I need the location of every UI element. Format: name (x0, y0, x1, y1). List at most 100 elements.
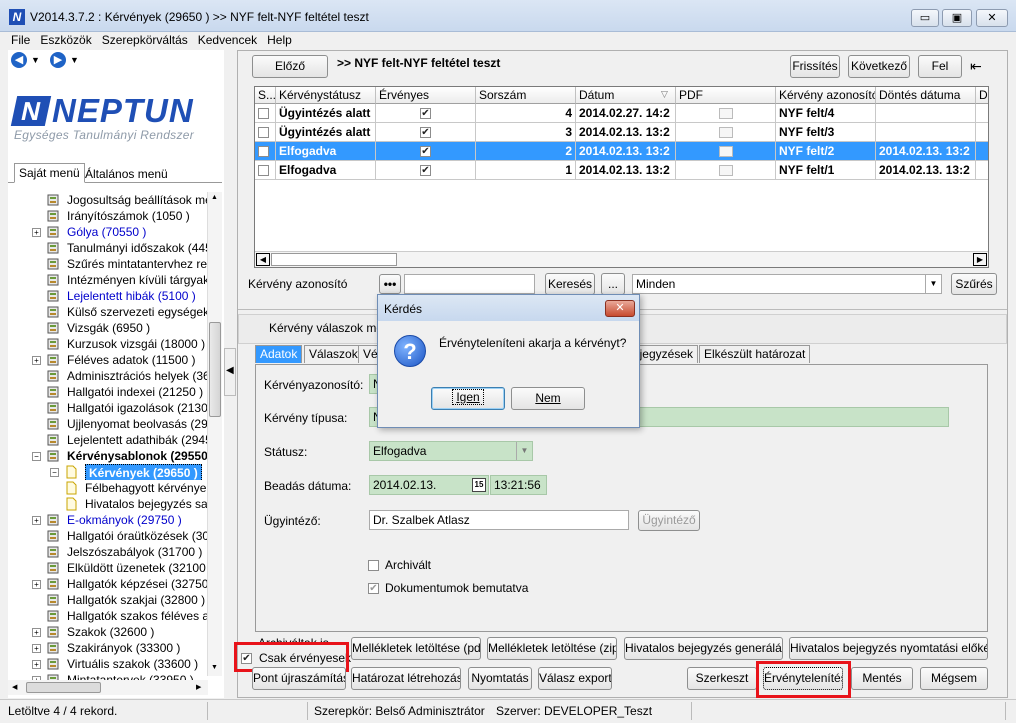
more-button[interactable]: ... (601, 273, 625, 295)
tree-item[interactable]: Hallgatók szakjai (32800 ) (8, 592, 208, 608)
col-header-s[interactable]: S... (255, 87, 276, 104)
edit-button[interactable]: Szerkeszt (687, 667, 757, 690)
tree-hscrollbar[interactable]: ◀ ▶ (8, 680, 208, 695)
tree-item[interactable]: Félbehagyott kérvények ( (8, 480, 208, 496)
tree-item[interactable]: Hallgatói igazolások (21300 ) (8, 400, 208, 416)
tree-item[interactable]: + Hallgatók képzései (32750 ) (8, 576, 208, 592)
table-cell-cb[interactable] (255, 142, 276, 161)
tree-item[interactable]: − Kérvénysablonok (29550 (8, 448, 208, 464)
tree-item[interactable]: Jogosultság beállítások megt (8, 192, 208, 208)
cancel-button[interactable]: Mégsem (920, 667, 988, 690)
expand-icon[interactable]: + (32, 228, 41, 237)
table-cell-pdf[interactable] (676, 161, 776, 180)
create-decision-button[interactable]: Határozat létrehozás (351, 667, 461, 690)
filter-button[interactable]: Szűrés (951, 273, 997, 295)
tree-item[interactable]: +Mintatantervek (33950 ) (8, 672, 208, 680)
pdf-file-icon[interactable] (718, 146, 733, 158)
tree-item[interactable]: Jelszószabályok (31700 ) (8, 544, 208, 560)
search-button[interactable]: Keresés (545, 273, 595, 295)
save-button[interactable]: Mentés (851, 667, 913, 690)
pin-icon[interactable]: ⇤ (970, 58, 982, 75)
scroll-thumb[interactable] (271, 253, 397, 266)
yes-button[interactable]: Igen (431, 387, 505, 410)
col-header-more[interactable]: Dö (976, 87, 988, 104)
expand-icon[interactable]: − (50, 468, 59, 477)
minimize-button[interactable]: ▭ (911, 9, 939, 27)
tree-item[interactable]: + Gólya (70550 ) (8, 224, 208, 240)
pdf-file-icon[interactable] (718, 165, 733, 177)
submit-date-field[interactable]: 2014.02.13. 15 (369, 475, 489, 495)
tree-item[interactable]: + E-okmányok (29750 ) (8, 512, 208, 528)
row-select-checkbox[interactable] (258, 146, 269, 158)
tree-item[interactable]: Adminisztrációs helyek (3600 (8, 368, 208, 384)
scroll-left-icon[interactable]: ◀ (256, 253, 270, 266)
tree-item[interactable]: Hallgatói óraütközések (3010 (8, 528, 208, 544)
collapse-panel-button[interactable]: ◀ (224, 348, 236, 396)
col-header-decision-date[interactable]: Döntés dátuma (876, 87, 976, 104)
dialog-close-button[interactable]: ✕ (605, 300, 635, 317)
col-header-number[interactable]: Sorszám (476, 87, 576, 104)
tree-item[interactable]: Hallgatói indexei (21250 ) (8, 384, 208, 400)
scroll-left-icon[interactable]: ◀ (12, 683, 17, 691)
tree-item[interactable]: + Szakok (32600 ) (8, 624, 208, 640)
archived-checkbox[interactable] (368, 558, 379, 572)
tree-item[interactable]: Vizsgák (6950 ) (8, 320, 208, 336)
official-entry-generate-button[interactable]: Hivatalos bejegyzés generálás (624, 637, 783, 660)
menu-favorites[interactable]: Kedvencek (193, 32, 262, 48)
forward-nav-button[interactable]: ▶ ▼ (50, 52, 80, 68)
tree-item[interactable]: Külső szervezeti egységek (6 (8, 304, 208, 320)
expand-icon[interactable]: + (32, 644, 41, 653)
print-button[interactable]: Nyomtatás (468, 667, 532, 690)
table-cell-cb[interactable] (255, 123, 276, 142)
row-select-checkbox[interactable] (258, 127, 269, 139)
prev-button[interactable]: Előző (252, 55, 328, 78)
scroll-thumb[interactable] (26, 682, 101, 693)
tab-general-menu[interactable]: Általános menü (82, 166, 171, 183)
tree-item[interactable]: Lejelentett adathibák (29450 (8, 432, 208, 448)
pdf-file-icon[interactable] (718, 127, 733, 139)
row-select-checkbox[interactable] (258, 165, 269, 177)
menu-tools[interactable]: Eszközök (35, 32, 96, 48)
restore-button[interactable]: ▣ (942, 9, 972, 27)
table-cell-pdf[interactable] (676, 142, 776, 161)
tree-item[interactable]: + Féléves adatok (11500 ) (8, 352, 208, 368)
next-button[interactable]: Következő (848, 55, 910, 78)
expand-icon[interactable]: + (32, 356, 41, 365)
tree-item[interactable]: Szűrés mintatantervhez rende (8, 256, 208, 272)
tree-item[interactable]: Elküldött üzenetek (32100 ) (8, 560, 208, 576)
status-select[interactable]: Elfogadva ▼ (369, 441, 533, 461)
expand-icon[interactable]: + (32, 628, 41, 637)
table-cell-cb[interactable] (255, 161, 276, 180)
attach-zip-button[interactable]: Mellékletek letöltése (zip) (487, 637, 617, 660)
tab-own-menu[interactable]: Saját menü (14, 163, 85, 183)
chevron-down-icon[interactable]: ▼ (925, 275, 941, 293)
up-button[interactable]: Fel (918, 55, 962, 78)
scroll-thumb[interactable] (209, 322, 221, 417)
table-cell-pdf[interactable] (676, 123, 776, 142)
tree-item[interactable]: Lejelentett hibák (5100 ) (8, 288, 208, 304)
expand-icon[interactable]: − (32, 452, 41, 461)
tree-item[interactable]: Hivatalos bejegyzés sablo (8, 496, 208, 512)
tree-vscrollbar[interactable]: ▲ ▼ (207, 192, 222, 676)
menu-role-switch[interactable]: Szerepkörváltás (97, 32, 193, 48)
tree-item[interactable]: Kurzusok vizsgái (18000 ) (8, 336, 208, 352)
official-entry-preview-button[interactable]: Hivatalos bejegyzés nyomtatási előkép (789, 637, 988, 660)
menu-help[interactable]: Help (262, 32, 297, 48)
tree-item[interactable]: Hallgatók szakos féléves ada (8, 608, 208, 624)
tree-item[interactable]: − Kérvények (29650 ) (8, 464, 208, 480)
tree-item[interactable]: + Szakirányok (33300 ) (8, 640, 208, 656)
table-cell-cb[interactable] (255, 104, 276, 123)
pdf-file-icon[interactable] (718, 108, 733, 120)
recalc-points-button[interactable]: Pont újraszámítás (252, 667, 346, 690)
filter-select[interactable]: Minden ▼ (632, 274, 942, 294)
calendar-icon[interactable]: 15 (472, 478, 486, 492)
expand-icon[interactable]: + (32, 580, 41, 589)
scroll-right-icon[interactable]: ▶ (196, 683, 201, 691)
col-header-request-id[interactable]: Kérvény azonosító (776, 87, 876, 104)
expand-icon[interactable]: + (32, 516, 41, 525)
scroll-down-icon[interactable]: ▼ (211, 664, 218, 671)
answer-export-button[interactable]: Válasz export (538, 667, 612, 690)
back-nav-button[interactable]: ◀ ▼ (11, 52, 41, 68)
table-cell-pdf[interactable] (676, 104, 776, 123)
scroll-right-icon[interactable]: ▶ (973, 253, 987, 266)
